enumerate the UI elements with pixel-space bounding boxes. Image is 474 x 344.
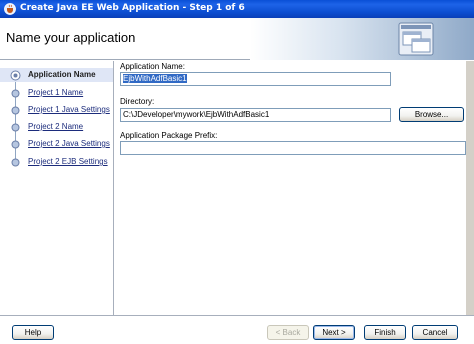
step-node-icon xyxy=(11,106,20,115)
directory-field[interactable]: C:\JDeveloper\mywork\EjbWithAdfBasic1 xyxy=(120,108,391,122)
current-step-icon xyxy=(10,70,21,81)
step-project-1-name[interactable]: Project 1 Name xyxy=(0,86,113,100)
page-heading: Name your application xyxy=(6,30,136,45)
step-label: Project 1 Name xyxy=(28,88,84,97)
application-name-label: Application Name: xyxy=(120,62,185,71)
title-bar: Create Java EE Web Application - Step 1 … xyxy=(0,0,474,18)
step-project-1-java-settings[interactable]: Project 1 Java Settings xyxy=(0,103,113,117)
step-label: Project 2 EJB Settings xyxy=(28,157,108,166)
step-node-icon xyxy=(11,140,20,149)
step-node-icon xyxy=(11,158,20,167)
step-label: Project 2 Java Settings xyxy=(28,139,110,148)
step-project-2-ejb-settings[interactable]: Project 2 EJB Settings xyxy=(0,155,113,169)
application-name-field[interactable]: EjbWithAdfBasic1 xyxy=(120,72,391,86)
application-windows-icon xyxy=(398,22,434,56)
next-button[interactable]: Next > xyxy=(313,325,355,340)
directory-label: Directory: xyxy=(120,97,155,106)
step-application-name[interactable]: Application Name xyxy=(0,68,113,82)
step-label: Project 1 Java Settings xyxy=(28,105,110,114)
step-label: Project 2 Name xyxy=(28,122,84,131)
step-project-2-name[interactable]: Project 2 Name xyxy=(0,120,113,134)
window-title: Create Java EE Web Application - Step 1 … xyxy=(20,3,245,13)
back-button[interactable]: < Back xyxy=(267,325,309,340)
scrollbar[interactable] xyxy=(466,61,474,315)
package-prefix-field[interactable] xyxy=(120,141,466,155)
step-node-icon xyxy=(11,123,20,132)
wizard-footer: Help < Back Next > Finish Cancel xyxy=(0,315,474,344)
cancel-button[interactable]: Cancel xyxy=(412,325,458,340)
wizard-header: Name your application xyxy=(0,18,474,60)
wizard-steps-panel: Application Name Project 1 Name Project … xyxy=(0,61,114,315)
step-project-2-java-settings[interactable]: Project 2 Java Settings xyxy=(0,137,113,151)
finish-button[interactable]: Finish xyxy=(364,325,406,340)
package-prefix-label: Application Package Prefix: xyxy=(120,131,218,140)
directory-value: C:\JDeveloper\mywork\EjbWithAdfBasic1 xyxy=(123,110,270,119)
help-button[interactable]: Help xyxy=(12,325,54,340)
java-cup-icon xyxy=(4,3,16,15)
application-name-value: EjbWithAdfBasic1 xyxy=(123,74,187,83)
step-label: Application Name xyxy=(28,70,96,79)
header-banner xyxy=(250,18,474,60)
browse-button[interactable]: Browse... xyxy=(399,107,464,122)
step-node-icon xyxy=(11,89,20,98)
